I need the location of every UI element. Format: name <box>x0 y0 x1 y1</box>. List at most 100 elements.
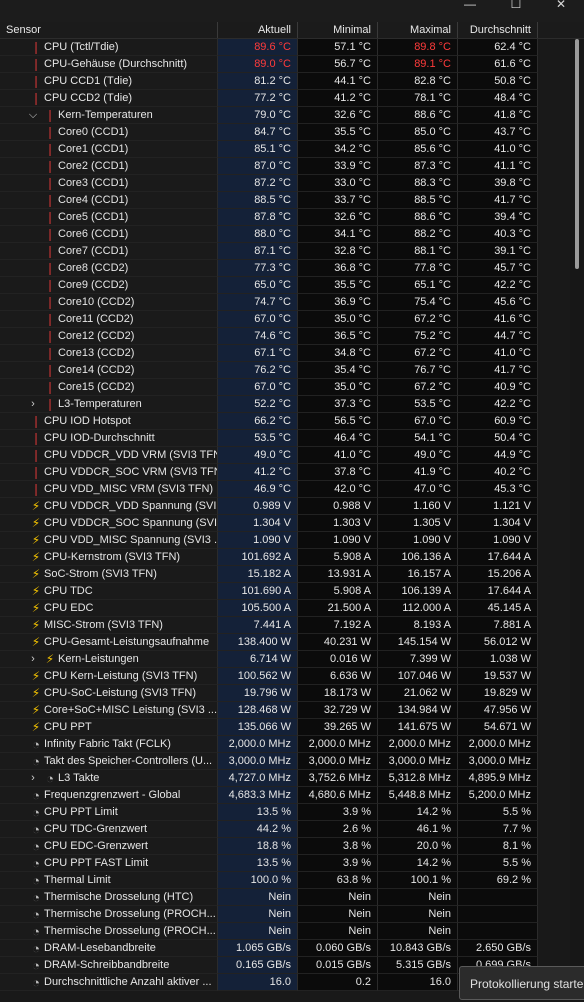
value-current: 84.7 °C <box>218 124 298 141</box>
value-max: 106.136 A <box>378 549 458 566</box>
value-current: 49.0 °C <box>218 447 298 464</box>
value-min: 32.8 °C <box>298 243 378 260</box>
table-row[interactable]: ❘ CPU-Gehäuse (Durchschnitt) 89.0 °C 56.7 °… <box>0 56 570 73</box>
table-row[interactable]: ❘ Core7 (CCD1) 87.1 °C 32.8 °C 88.1 °C 39.1 °… <box>0 243 570 260</box>
sensor-label: CPU VDDCR_SOC VRM (SVI3 TFN) <box>44 466 218 478</box>
vertical-scrollbar[interactable] <box>570 39 584 1002</box>
table-row[interactable]: ◔ CPU PPT FAST Limit 13.5 % 3.9 % 14.2 % 5.5 … <box>0 855 570 872</box>
table-row[interactable]: ❘ Core9 (CCD2) 65.0 °C 35.5 °C 65.1 °C 42.2 °… <box>0 277 570 294</box>
table-row[interactable]: ❘ CPU IOD-Durchschnitt 53.5 °C 46.4 °C 54.1 … <box>0 430 570 447</box>
table-row[interactable]: › ⚡ Kern-Leistungen 6.714 W 0.016 W 7.399 W 1.… <box>0 651 570 668</box>
table-row[interactable]: ◔ CPU PPT Limit 13.5 % 3.9 % 14.2 % 5.5 % <box>0 804 570 821</box>
table-row[interactable]: ❘ Core3 (CCD1) 87.2 °C 33.0 °C 88.3 °C 39.8 °… <box>0 175 570 192</box>
table-row[interactable]: ❘ CPU VDDCR_SOC VRM (SVI3 TFN) 41.2 °C 37.8… <box>0 464 570 481</box>
chevron-down-icon[interactable]: ⌵ <box>28 107 38 123</box>
table-row[interactable]: ❘ Core2 (CCD1) 87.0 °C 33.9 °C 87.3 °C 41.1 °… <box>0 158 570 175</box>
table-row[interactable]: ❘ Core6 (CCD1) 88.0 °C 34.1 °C 88.2 °C 40.3 °… <box>0 226 570 243</box>
table-row[interactable]: ◔ CPU EDC-Grenzwert 18.8 % 3.8 % 20.0 % 8.1 % <box>0 838 570 855</box>
clock-icon: ◔ <box>32 788 40 803</box>
table-row[interactable]: ⚡ CPU VDDCR_SOC Spannung (SVI... 1.304 V 1.… <box>0 515 570 532</box>
thermometer-icon: ❘ <box>30 414 42 428</box>
value-current: 135.066 W <box>218 719 298 736</box>
table-row[interactable]: ❘ Core1 (CCD1) 85.1 °C 34.2 °C 85.6 °C 41.0 °… <box>0 141 570 158</box>
table-row[interactable]: ❘ CPU CCD2 (Tdie) 77.2 °C 41.2 °C 78.1 °C 48.… <box>0 90 570 107</box>
table-row[interactable]: ⚡ CPU Kern-Leistung (SVI3 TFN) 100.562 W 6.… <box>0 668 570 685</box>
sensor-label: MISC-Strom (SVI3 TFN) <box>44 619 163 631</box>
thermometer-icon: ❘ <box>44 380 56 394</box>
clock-icon: ◔ <box>32 839 40 854</box>
chevron-right-icon[interactable]: › <box>28 396 38 412</box>
table-row[interactable]: ◔ Thermische Drosselung (PROCH... Nein Nein… <box>0 906 570 923</box>
value-min: 2,000.0 MHz <box>298 736 378 753</box>
table-row[interactable]: ◔ Frequenzgrenzwert - Global 4,683.3 MHz 4,… <box>0 787 570 804</box>
sensor-label: CPU VDDCR_VDD Spannung (SVI... <box>44 500 218 512</box>
minimize-icon[interactable]: — <box>447 0 493 22</box>
table-row[interactable]: ❘ Core8 (CCD2) 77.3 °C 36.8 °C 77.8 °C 45.7 °… <box>0 260 570 277</box>
value-avg: 44.7 °C <box>458 328 538 345</box>
sensor-name-cell: ❘ Core13 (CCD2) <box>0 345 218 362</box>
chevron-right-icon[interactable]: › <box>28 651 38 667</box>
close-icon[interactable]: ✕ <box>538 0 584 22</box>
table-row[interactable]: ❘ CPU IOD Hotspot 66.2 °C 56.5 °C 67.0 °C 60.… <box>0 413 570 430</box>
header-min[interactable]: Minimal <box>298 22 378 38</box>
table-row[interactable]: ◔ Thermal Limit 100.0 % 63.8 % 100.1 % 69.2 % <box>0 872 570 889</box>
table-row[interactable]: ◔ Infinity Fabric Takt (FCLK) 2,000.0 MHz 2… <box>0 736 570 753</box>
table-row[interactable]: ◔ Takt des Speicher-Controllers (U... 3,00… <box>0 753 570 770</box>
sensor-label: CPU (Tctl/Tdie) <box>44 41 119 53</box>
table-row[interactable]: ⚡ CPU VDD_MISC Spannung (SVI3 ... 1.090 V1… <box>0 532 570 549</box>
sensor-name-cell: ◔ CPU EDC-Grenzwert <box>0 838 218 855</box>
sensor-name-cell: ❘ CPU-Gehäuse (Durchschnitt) <box>0 56 218 73</box>
header-max[interactable]: Maximal <box>378 22 458 38</box>
header-avg[interactable]: Durchschnitt <box>458 22 538 38</box>
value-avg: 60.9 °C <box>458 413 538 430</box>
table-row[interactable]: ⚡ CPU PPT 135.066 W 39.265 W 141.675 W 54.671… <box>0 719 570 736</box>
table-row[interactable]: ❘ CPU VDDCR_VDD VRM (SVI3 TFN) 49.0 °C 41.0… <box>0 447 570 464</box>
header-sensor[interactable]: Sensor <box>0 22 218 38</box>
chevron-right-icon[interactable]: › <box>28 770 38 786</box>
value-current: 19.796 W <box>218 685 298 702</box>
table-row[interactable]: ⚡ SoC-Strom (SVI3 TFN) 15.182 A 13.931 A 16.… <box>0 566 570 583</box>
table-row[interactable]: ❘ Core5 (CCD1) 87.8 °C 32.6 °C 88.6 °C 39.4 °… <box>0 209 570 226</box>
table-row[interactable]: ❘ CPU CCD1 (Tdie) 81.2 °C 44.1 °C 82.8 °C 50.… <box>0 73 570 90</box>
table-row[interactable]: ⚡ CPU TDC 101.690 A 5.908 A 106.139 A 17.644 … <box>0 583 570 600</box>
table-row[interactable]: ⚡ CPU-Gesamt-Leistungsaufnahme 138.400 W 40… <box>0 634 570 651</box>
value-avg: 5,200.0 MHz <box>458 787 538 804</box>
table-row[interactable]: ◔ CPU TDC-Grenzwert 44.2 % 2.6 % 46.1 % 7.7 % <box>0 821 570 838</box>
table-row[interactable]: ❘ Core0 (CCD1) 84.7 °C 35.5 °C 85.0 °C 43.7 °… <box>0 124 570 141</box>
sensor-label: Core3 (CCD1) <box>58 177 129 189</box>
value-avg: 45.7 °C <box>458 260 538 277</box>
table-row[interactable]: ❘ Core4 (CCD1) 88.5 °C 33.7 °C 88.5 °C 41.7 °… <box>0 192 570 209</box>
value-min: 33.7 °C <box>298 192 378 209</box>
sensor-label: CPU CCD1 (Tdie) <box>44 75 133 87</box>
maximize-icon[interactable]: ☐ <box>493 0 539 22</box>
value-min: 36.5 °C <box>298 328 378 345</box>
table-row[interactable]: ◔ Thermische Drosselung (PROCH... Nein Nein… <box>0 923 570 940</box>
table-row[interactable]: ⚡ Core+SoC+MISC Leistung (SVI3 ... 128.468… <box>0 702 570 719</box>
value-min: 3.8 % <box>298 838 378 855</box>
table-row[interactable]: ◔ Thermische Drosselung (HTC) Nein Nein Nein <box>0 889 570 906</box>
table-row[interactable]: ❘ Core15 (CCD2) 67.0 °C 35.0 °C 67.2 °C 40.9 … <box>0 379 570 396</box>
value-avg: 42.2 °C <box>458 396 538 413</box>
table-row[interactable]: ❘ Core10 (CCD2) 74.7 °C 36.9 °C 75.4 °C 45.6 … <box>0 294 570 311</box>
table-row[interactable]: › ❘ L3-Temperaturen 52.2 °C 37.3 °C 53.5 °C 42… <box>0 396 570 413</box>
table-row[interactable]: ❘ CPU VDD_MISC VRM (SVI3 TFN) 46.9 °C 42.0 … <box>0 481 570 498</box>
table-row[interactable]: ❘ Core14 (CCD2) 76.2 °C 35.4 °C 76.7 °C 41.7 … <box>0 362 570 379</box>
header-current[interactable]: Aktuell <box>218 22 298 38</box>
sensor-name-cell: ❘ Core8 (CCD2) <box>0 260 218 277</box>
table-row[interactable]: ❘ Core11 (CCD2) 67.0 °C 35.0 °C 67.2 °C 41.6 … <box>0 311 570 328</box>
table-row[interactable]: ⚡ CPU-SoC-Leistung (SVI3 TFN) 19.796 W 18.1… <box>0 685 570 702</box>
value-avg: 41.7 °C <box>458 362 538 379</box>
table-row[interactable]: ❘ Core13 (CCD2) 67.1 °C 34.8 °C 67.2 °C 41.0 … <box>0 345 570 362</box>
table-row[interactable]: ⌵ ❘ Kern-Temperaturen 79.0 °C 32.6 °C 88.6 °C… <box>0 107 570 124</box>
scrollbar-thumb[interactable] <box>575 39 579 269</box>
table-row[interactable]: ❘ Core12 (CCD2) 74.6 °C 36.5 °C 75.2 °C 44.7 … <box>0 328 570 345</box>
table-row[interactable]: ◔ DRAM-Lesebandbreite 1.065 GB/s 0.060 GB/s… <box>0 940 570 957</box>
table-row[interactable]: ⚡ CPU EDC 105.500 A 21.500 A 112.000 A 45.145… <box>0 600 570 617</box>
table-row[interactable]: ⚡ MISC-Strom (SVI3 TFN) 7.441 A 7.192 A 8.19… <box>0 617 570 634</box>
column-header: Sensor Aktuell Minimal Maximal Durchschn… <box>0 22 584 39</box>
table-row[interactable]: ⚡ CPU VDDCR_VDD Spannung (SVI... 0.989 V 0.… <box>0 498 570 515</box>
value-min: 35.5 °C <box>298 277 378 294</box>
table-row[interactable]: ⚡ CPU-Kernstrom (SVI3 TFN) 101.692 A 5.908 … <box>0 549 570 566</box>
table-row[interactable]: › ◔ L3 Takte 4,727.0 MHz 3,752.6 MHz 5,312.8 … <box>0 770 570 787</box>
table-row[interactable]: ❘ CPU (Tctl/Tdie) 89.6 °C 57.1 °C 89.8 °C 62.… <box>0 39 570 56</box>
